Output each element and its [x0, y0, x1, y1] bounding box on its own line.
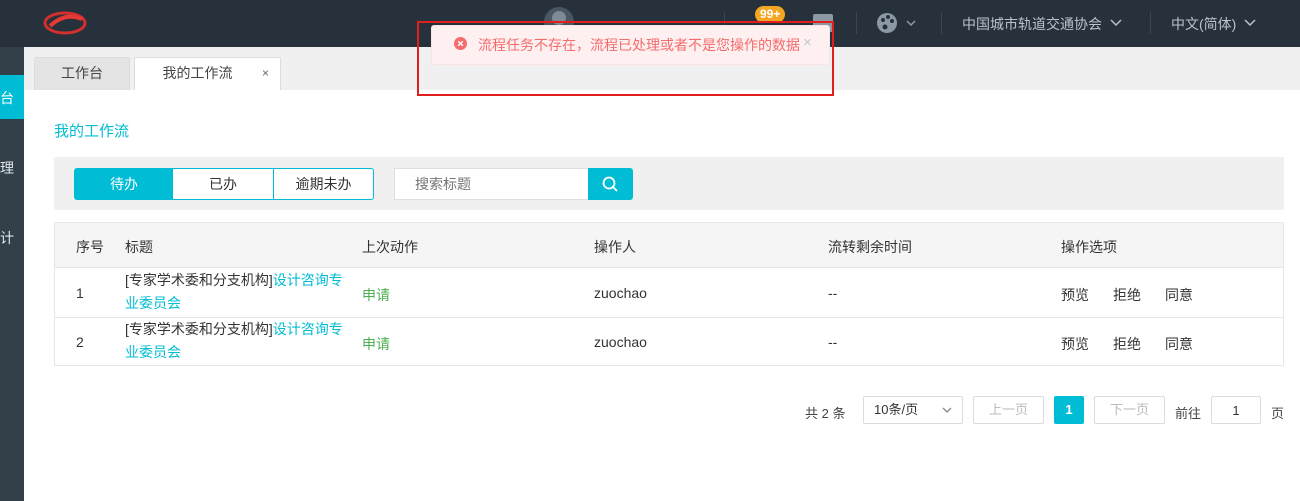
- row-last-action: 申请: [362, 336, 390, 352]
- next-page-button[interactable]: 下一页: [1094, 396, 1165, 424]
- chevron-down-icon: [1244, 19, 1256, 27]
- reject-button[interactable]: 拒绝: [1113, 334, 1141, 354]
- highlight-box: [417, 21, 834, 96]
- filter-bar: 待办 已办 逾期未办: [54, 157, 1284, 210]
- language-selector[interactable]: 中文(简体): [1171, 14, 1256, 34]
- goto-prefix: 前往: [1175, 406, 1202, 421]
- pagination-total: 共 2 条: [805, 406, 846, 421]
- page-number-current[interactable]: 1: [1054, 396, 1084, 424]
- search-input[interactable]: [394, 168, 588, 200]
- column-header-operator: 操作人: [594, 239, 636, 255]
- goto-page-input[interactable]: [1211, 396, 1261, 424]
- page-size-value: 10条/页: [874, 402, 919, 417]
- filter-todo-button[interactable]: 待办: [74, 168, 174, 200]
- search-button[interactable]: [588, 168, 633, 200]
- sidebar-item-label: 管理: [0, 160, 14, 176]
- tab-workbench[interactable]: 工作台: [34, 57, 130, 90]
- approve-button[interactable]: 同意: [1165, 334, 1193, 354]
- column-header-last-action: 上次动作: [362, 239, 418, 255]
- row-operator: zuochao: [594, 285, 647, 301]
- row-title: [专家学术委和分支机构]设计咨询专业委员会: [125, 318, 355, 364]
- divider: [856, 12, 857, 34]
- divider: [1150, 12, 1151, 34]
- row-last-action: 申请: [362, 287, 390, 303]
- chevron-down-icon: [1110, 19, 1122, 27]
- row-title-prefix: [专家学术委和分支机构]: [125, 321, 273, 337]
- row-remaining-time: --: [828, 285, 838, 301]
- tab-label: 工作台: [61, 65, 103, 81]
- search-icon: [602, 176, 618, 192]
- row-index: 1: [76, 285, 84, 301]
- sidebar: 工作台 管理 统计: [0, 47, 24, 501]
- row-title-prefix: [专家学术委和分支机构]: [125, 272, 273, 288]
- organization-selector[interactable]: 中国城市轨道交通协会: [962, 14, 1122, 34]
- chevron-down-icon: [942, 407, 952, 413]
- logo-icon[interactable]: [42, 10, 88, 36]
- sidebar-item-label: 工作台: [0, 90, 14, 106]
- tab-label: 我的工作流: [162, 65, 233, 81]
- column-header-options: 操作选项: [1061, 239, 1117, 255]
- theme-selector[interactable]: [876, 12, 916, 37]
- column-header-remaining-time: 流转剩余时间: [828, 239, 912, 255]
- row-remaining-time: --: [828, 334, 838, 350]
- filter-done-button[interactable]: 已办: [173, 168, 274, 200]
- table-row: 2 [专家学术委和分支机构]设计咨询专业委员会 申请 zuochao -- 预览…: [55, 317, 1283, 366]
- preview-button[interactable]: 预览: [1061, 334, 1089, 354]
- sidebar-item-workbench[interactable]: 工作台: [0, 75, 24, 119]
- row-operator: zuochao: [594, 334, 647, 350]
- filter-overdue-button[interactable]: 逾期未办: [273, 168, 374, 200]
- approve-button[interactable]: 同意: [1165, 285, 1193, 305]
- row-index: 2: [76, 334, 84, 350]
- column-header-title: 标题: [125, 239, 153, 255]
- divider: [941, 12, 942, 34]
- workflow-table: 序号 标题 上次动作 操作人 流转剩余时间 操作选项 1 [专家学术委和分支机构…: [54, 222, 1284, 366]
- palette-icon: [877, 13, 916, 33]
- tab-my-workflow[interactable]: 我的工作流 ×: [134, 57, 281, 90]
- tab-close-icon[interactable]: ×: [262, 58, 269, 89]
- sidebar-item-management[interactable]: 管理: [0, 145, 24, 189]
- page-title: 我的工作流: [54, 123, 130, 140]
- organization-label: 中国城市轨道交通协会: [962, 16, 1102, 32]
- sidebar-item-label: 统计: [0, 230, 14, 246]
- table-header: 序号 标题 上次动作 操作人 流转剩余时间 操作选项: [55, 223, 1283, 268]
- row-title: [专家学术委和分支机构]设计咨询专业委员会: [125, 269, 355, 315]
- table-row: 1 [专家学术委和分支机构]设计咨询专业委员会 申请 zuochao -- 预览…: [55, 268, 1283, 317]
- reject-button[interactable]: 拒绝: [1113, 285, 1141, 305]
- sidebar-item-statistics[interactable]: 统计: [0, 215, 24, 259]
- prev-page-button[interactable]: 上一页: [973, 396, 1044, 424]
- language-label: 中文(简体): [1171, 16, 1237, 32]
- preview-button[interactable]: 预览: [1061, 285, 1089, 305]
- column-header-index: 序号: [76, 239, 104, 255]
- page-size-select[interactable]: 10条/页: [863, 396, 963, 424]
- goto-suffix: 页: [1271, 406, 1285, 421]
